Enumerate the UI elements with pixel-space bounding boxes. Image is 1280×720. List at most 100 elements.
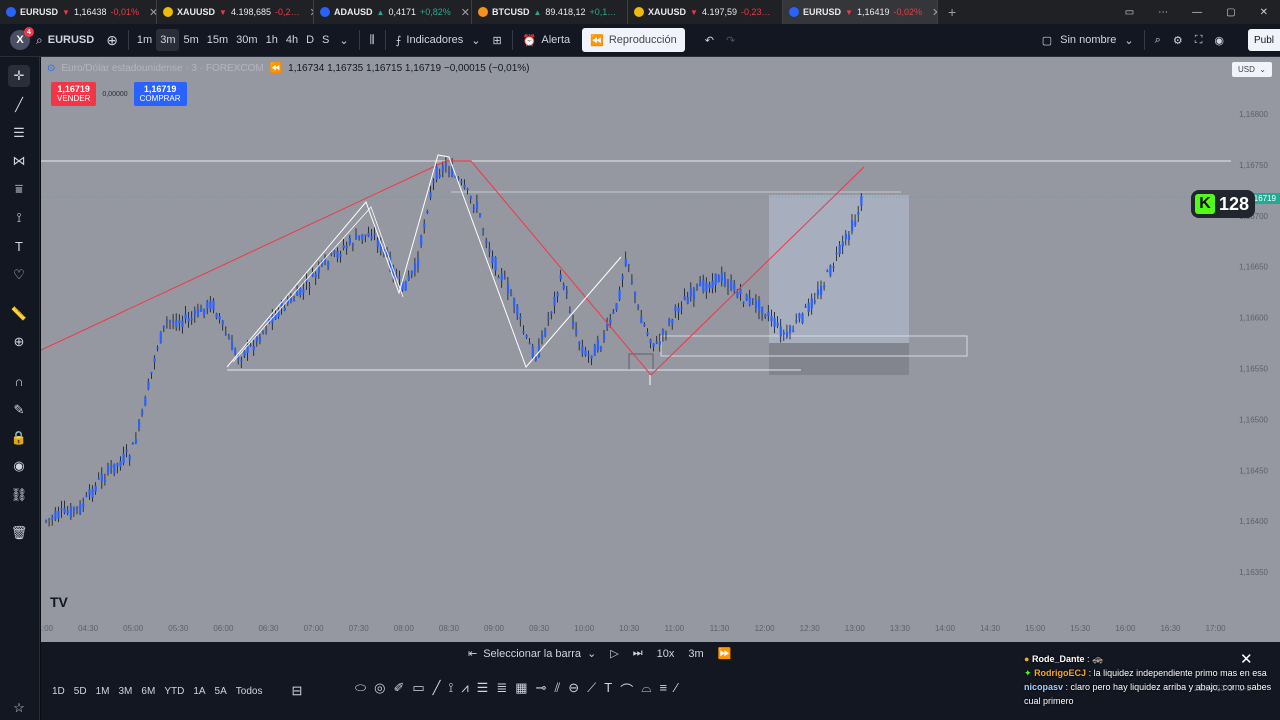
crosshair-icon[interactable]: ✛ <box>8 65 30 87</box>
interval-4h[interactable]: 4h <box>282 24 302 57</box>
trend-line-icon[interactable]: ╱ <box>8 94 30 116</box>
ruler-icon[interactable]: 📏 <box>8 303 30 325</box>
date-range-icon[interactable]: ⊟ <box>291 683 302 699</box>
pencil-lock-icon[interactable]: ✎ <box>8 399 30 421</box>
replay-interval[interactable]: 3m <box>688 648 703 660</box>
replay-marker-icon[interactable]: ⏪ <box>270 63 282 74</box>
fib-icon[interactable]: ☰ <box>477 680 489 699</box>
text-icon[interactable]: T <box>604 680 612 699</box>
ray-icon[interactable]: ⁄ <box>675 680 677 699</box>
alert-button[interactable]: ⏰ Alerta <box>517 24 576 57</box>
indicators-button[interactable]: ⨍ Indicadores ⌄ <box>390 24 487 57</box>
text-tool-icon[interactable]: T <box>8 235 30 257</box>
layout-icon[interactable]: ▭ <box>1125 7 1134 18</box>
range-1d[interactable]: 1D <box>52 686 65 697</box>
gann-grid-icon[interactable]: ▦ <box>515 680 527 699</box>
arc-icon[interactable]: ⌓ <box>641 680 651 699</box>
maximize-icon[interactable]: ▢ <box>1226 7 1235 18</box>
heart-icon[interactable]: ♡ <box>8 264 30 286</box>
select-bar-button[interactable]: ⇤ Seleccionar la barra ⌄ <box>468 647 596 661</box>
curve-icon[interactable]: ⌒ <box>620 680 633 699</box>
layout-name-button[interactable]: ▢ Sin nombre ⌄ <box>1036 24 1140 57</box>
brush-icon[interactable]: ✐ <box>393 680 404 699</box>
eye-icon[interactable]: ⊙ <box>47 63 55 74</box>
pitchfork-icon[interactable]: ⋈ <box>8 150 30 172</box>
pattern-icon[interactable]: ⟟ <box>8 207 30 229</box>
jump-to-realtime-icon[interactable]: ⏩ <box>718 647 732 660</box>
interval-S[interactable]: S <box>318 24 333 57</box>
range-ytd[interactable]: YTD <box>164 686 184 697</box>
range-1a[interactable]: 1A <box>193 686 205 697</box>
lock-icon[interactable]: 🔒 <box>8 427 30 449</box>
replay-speed[interactable]: 10x <box>657 648 675 660</box>
range-3m[interactable]: 3M <box>119 686 133 697</box>
tab-close-icon[interactable]: ✕ <box>461 6 470 19</box>
star-icon[interactable]: ☆ <box>8 697 30 719</box>
link-icon[interactable]: ⛓ <box>8 484 30 506</box>
rectangle-icon[interactable]: ▭ <box>412 680 424 699</box>
browser-tab[interactable]: EURUSD▼1,16438-0,01% ✕ <box>0 0 157 24</box>
interval-5m[interactable]: 5m <box>179 24 202 57</box>
zigzag-icon[interactable]: ⩘ <box>461 680 468 699</box>
browser-tab[interactable]: EURUSD▼1,16419-0,02%✕ <box>783 0 938 24</box>
interval-15m[interactable]: 15m <box>203 24 232 57</box>
trash-icon[interactable]: 🗑 <box>8 522 30 544</box>
quick-search-button[interactable]: ⌕ <box>1149 24 1167 57</box>
browser-tab[interactable]: ADAUSD ▲ 0,4171 +0,82% ✕ <box>314 0 472 24</box>
range-todos[interactable]: Todos <box>236 686 263 697</box>
interval-3m[interactable]: 3m <box>156 29 180 51</box>
chart-pane[interactable]: 1,16800 1,16750 1,16700 1,16650 1,16600 1,165… <box>41 57 1280 642</box>
pattern-icon[interactable]: ⟟ <box>448 680 453 699</box>
new-tab-icon[interactable]: + <box>938 4 966 20</box>
step-forward-icon[interactable]: ⏭ <box>633 647 643 660</box>
interval-dropdown[interactable]: ⌄ <box>333 24 354 57</box>
eraser-icon[interactable]: ⬭ <box>355 680 366 699</box>
fullscreen-button[interactable]: ⛶ <box>1189 24 1209 57</box>
menu-lines-icon[interactable]: ≡ <box>660 680 668 699</box>
snapshot-button[interactable]: ◉ <box>1208 24 1230 57</box>
close-window-icon[interactable]: ✕ <box>1260 7 1268 18</box>
compare-add-button[interactable]: ⊕ <box>100 24 124 57</box>
trend-line-icon[interactable]: ╱ <box>433 680 441 699</box>
browser-tab[interactable]: XAUUSD▼4.198,685-0,2…✕ <box>157 0 314 24</box>
magnet-icon[interactable]: ∩ <box>8 370 30 392</box>
path-icon[interactable]: ⟋ <box>587 680 596 699</box>
interval-1m[interactable]: 1m <box>133 24 156 57</box>
chart-type-button[interactable]: ⫼ <box>364 24 381 57</box>
range-5a[interactable]: 5A <box>215 686 227 697</box>
templates-button[interactable]: ⊞ <box>486 24 507 57</box>
play-icon[interactable]: ▷ <box>610 647 618 660</box>
range-5d[interactable]: 5D <box>74 686 87 697</box>
interval-30m[interactable]: 30m <box>232 24 261 57</box>
interval-D[interactable]: D <box>302 24 318 57</box>
range-1m[interactable]: 1M <box>96 686 110 697</box>
candle-body <box>699 281 702 287</box>
eye-icon[interactable]: ◉ <box>8 455 30 477</box>
currency-select[interactable]: USD ⌄ <box>1232 62 1272 77</box>
publish-button[interactable]: Publ <box>1247 29 1280 51</box>
zoom-in-icon[interactable]: ⊕ <box>8 331 30 353</box>
symbol-search[interactable]: ⌕ EURUSD <box>30 24 100 57</box>
tab-close-icon[interactable]: ✕ <box>149 6 156 19</box>
parallel-channel-icon[interactable]: ⫽ <box>554 680 560 699</box>
horizontal-ray-icon[interactable]: ⊸ <box>536 680 547 699</box>
replay-button[interactable]: ⏪ Reproducción <box>582 28 685 52</box>
more-icon[interactable]: ⋯ <box>1158 7 1168 18</box>
target-icon[interactable]: ◎ <box>374 680 385 699</box>
interval-1h[interactable]: 1h <box>262 24 282 57</box>
redo-button[interactable]: ↷ <box>720 24 741 57</box>
minimize-icon[interactable]: — <box>1192 7 1202 18</box>
chart-canvas[interactable]: 1,168001,167501,167001,166501,166001,165… <box>41 57 1280 642</box>
horizontal-line-icon[interactable]: ⊖ <box>568 680 579 699</box>
sell-button[interactable]: 1,16719 VENDER <box>51 82 97 106</box>
settings-button[interactable]: ⚙ <box>1167 24 1189 57</box>
range-6m[interactable]: 6M <box>141 686 155 697</box>
fib-channel-icon[interactable]: ≣ <box>496 680 507 699</box>
fib-retracement-icon[interactable]: ⩸ <box>8 178 30 200</box>
browser-tab[interactable]: BTCUSD▲89.418,12+0,1…✕ <box>472 0 628 24</box>
horizontal-lines-icon[interactable]: ☰ <box>8 122 30 144</box>
profile-avatar[interactable]: X4 <box>10 27 34 50</box>
buy-button[interactable]: 1,16719 COMPRAR <box>133 82 187 106</box>
browser-tab[interactable]: XAUUSD▼4.197,59-0,23…✕ <box>628 0 783 24</box>
undo-button[interactable]: ↶ <box>699 24 720 57</box>
